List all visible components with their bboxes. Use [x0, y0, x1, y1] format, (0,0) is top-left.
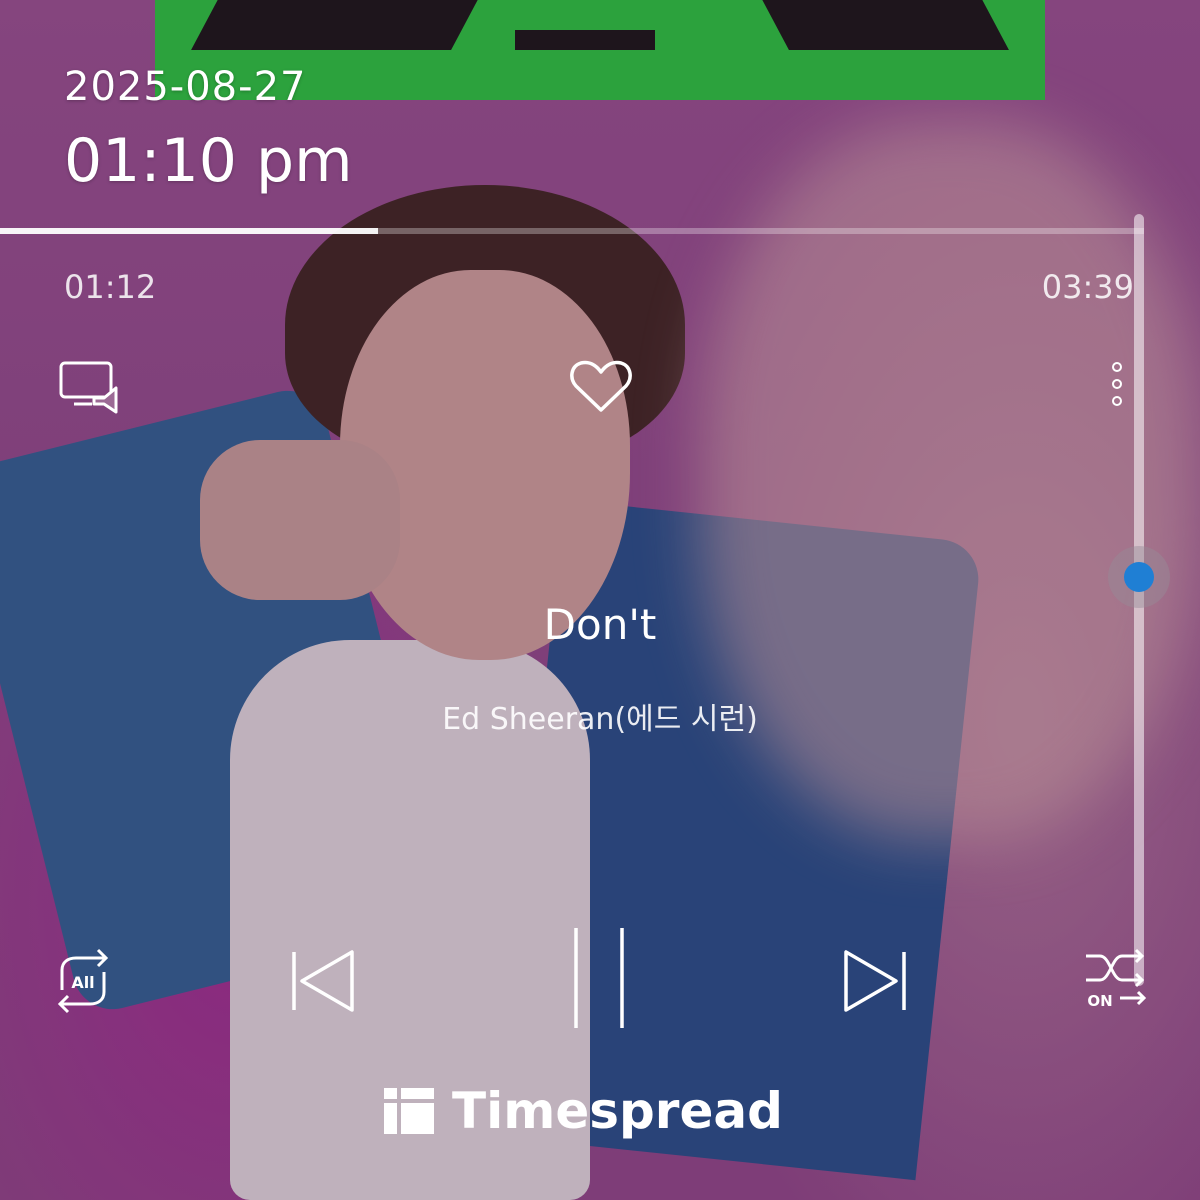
previous-track-button[interactable] — [288, 946, 358, 1016]
shuffle-icon: ON — [1086, 948, 1147, 1010]
total-time: 03:39 — [1041, 268, 1134, 306]
brand-name: Timespread — [452, 1082, 783, 1140]
track-artist[interactable]: Ed Sheeran(에드 시런) — [300, 694, 900, 738]
brand-watermark: Timespread — [384, 1082, 783, 1140]
cast-icon — [59, 361, 118, 414]
shuffle-state-label: ON — [1087, 992, 1112, 1010]
more-options-button[interactable] — [1103, 360, 1131, 412]
more-vertical-icon — [1112, 362, 1122, 406]
shuffle-button[interactable]: ON — [1080, 948, 1150, 1010]
like-button[interactable] — [568, 358, 634, 416]
previous-icon — [292, 950, 354, 1012]
repeat-all-icon: All — [57, 948, 109, 1014]
next-track-button[interactable] — [840, 946, 910, 1016]
playback-progress-fill — [0, 228, 378, 234]
volume-slider-knob[interactable] — [1124, 562, 1154, 592]
elapsed-time: 01:12 — [64, 268, 157, 306]
track-title: Don't — [543, 600, 657, 649]
pause-icon — [574, 928, 624, 1028]
next-icon — [844, 950, 906, 1012]
timespread-logo-icon — [384, 1088, 434, 1134]
heart-icon — [570, 360, 632, 412]
date-label: 2025-08-27 — [64, 64, 307, 110]
repeat-button[interactable]: All — [48, 946, 118, 1016]
playback-progress-bar[interactable] — [0, 228, 1144, 234]
repeat-mode-label: All — [71, 973, 94, 992]
clock-label: 01:10 pm — [64, 126, 353, 196]
pause-button[interactable] — [562, 926, 634, 1030]
cast-button[interactable] — [58, 360, 124, 416]
